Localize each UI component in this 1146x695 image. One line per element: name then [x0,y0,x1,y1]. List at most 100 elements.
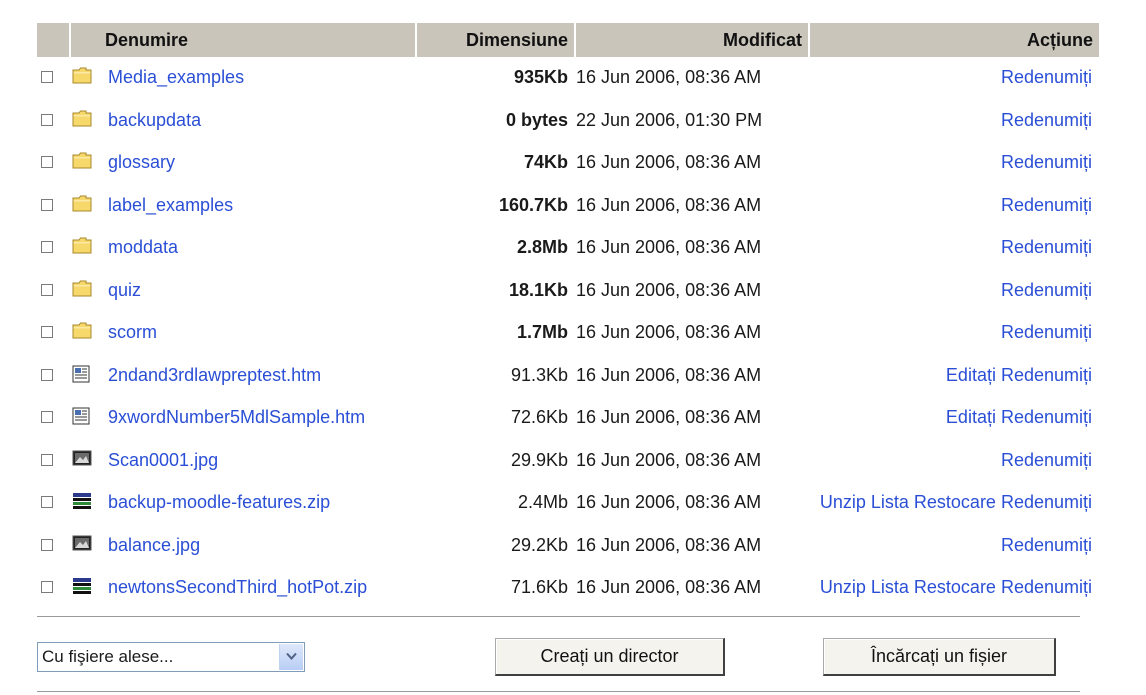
dropdown-arrow[interactable] [279,644,303,670]
action-link[interactable]: Redenumiți [1001,67,1092,87]
divider-bottom [37,691,1080,692]
file-modified: 16 Jun 2006, 08:36 AM [576,492,762,512]
file-manager: Denumire Dimensiune Modificat Acțiune Me… [0,0,1146,695]
file-name-link[interactable]: newtonsSecondThird_hotPot.zip [108,577,367,598]
table-row: newtonsSecondThird_hotPot.zip 71.6Kb 16 Ju… [37,567,1099,610]
table-row: backupdata 0 bytes 22 Jun 2006, 01:30 PM Re… [37,100,1099,143]
file-modified: 16 Jun 2006, 08:36 AM [576,237,762,257]
table-row: 9xwordNumber5MdlSample.htm 72.6Kb 16 Jun 2… [37,397,1099,440]
zip-file-icon [72,492,92,510]
file-name-link[interactable]: glossary [108,152,175,173]
row-actions: Editați Redenumiți [941,365,1092,386]
html-file-icon [72,365,92,383]
file-table-body: Media_examples 935Kb 16 Jun 2006, 08:36 AM… [37,57,1099,610]
file-modified: 16 Jun 2006, 08:36 AM [576,194,762,215]
table-row: backup-moodle-features.zip 2.4Mb 16 Jun 20… [37,482,1099,525]
with-selected-value: Cu fişiere alese... [42,647,174,666]
action-link[interactable]: Lista [871,492,909,512]
row-checkbox[interactable] [41,453,53,466]
table-row: Media_examples 935Kb 16 Jun 2006, 08:36 AM… [37,57,1099,100]
file-size: 2.4Mb [517,492,568,512]
divider-top [37,616,1080,617]
action-link[interactable]: Unzip [820,577,866,597]
file-modified: 16 Jun 2006, 08:36 AM [576,364,762,385]
action-link[interactable]: Redenumiți [1001,492,1092,512]
row-actions: Redenumiți [996,450,1092,471]
file-modified: 16 Jun 2006, 08:36 AM [576,152,762,172]
file-size: 18.1Kb [508,279,568,300]
row-checkbox[interactable] [41,283,53,296]
file-size: 29.9Kb [510,449,568,470]
action-link[interactable]: Redenumiți [1001,365,1092,385]
file-size: 29.2Kb [510,534,568,555]
row-checkbox[interactable] [41,581,53,593]
action-link[interactable]: Redenumiți [1001,152,1092,172]
row-checkbox[interactable] [41,156,53,168]
row-checkbox[interactable] [41,496,53,508]
file-modified: 16 Jun 2006, 08:36 AM [576,67,762,87]
folder-icon [72,322,92,340]
action-link[interactable]: Redenumiți [1001,535,1092,555]
file-size: 91.3Kb [510,364,568,385]
file-modified: 16 Jun 2006, 08:36 AM [576,322,762,342]
action-link[interactable]: Redenumiți [1001,195,1092,215]
file-modified: 16 Jun 2006, 08:36 AM [576,279,762,300]
file-size: 72.6Kb [510,407,568,427]
row-actions: Editați Redenumiți [941,407,1092,428]
action-link[interactable]: Redenumiți [1001,280,1092,300]
action-link[interactable]: Redenumiți [1001,407,1092,427]
action-link[interactable]: Redenumiți [1001,110,1092,130]
file-modified: 16 Jun 2006, 08:36 AM [576,534,762,555]
action-link[interactable]: Redenumiți [1001,237,1092,257]
file-name-link[interactable]: moddata [108,237,178,258]
action-link[interactable]: Redenumiți [1001,322,1092,342]
make-directory-button[interactable]: Creați un director [495,638,725,676]
file-name-link[interactable]: Scan0001.jpg [108,450,218,471]
action-link[interactable]: Lista [871,577,909,597]
row-checkbox[interactable] [41,71,53,83]
folder-icon [72,237,92,255]
folder-icon [72,110,92,128]
row-checkbox[interactable] [41,368,53,381]
upload-file-button[interactable]: Încărcați un fișier [823,638,1056,676]
action-link[interactable]: Editați [946,407,996,427]
zip-file-icon [72,577,92,595]
action-link[interactable]: Unzip [820,492,866,512]
file-name-link[interactable]: backup-moodle-features.zip [108,492,330,513]
row-checkbox[interactable] [41,241,53,253]
row-actions: Redenumiți [996,237,1092,258]
file-name-link[interactable]: 2ndand3rdlawpreptest.htm [108,365,321,386]
with-selected-dropdown[interactable]: Cu fişiere alese... [37,642,305,672]
row-actions: Unzip Lista Restocare Redenumiți [815,492,1092,513]
header-size[interactable]: Dimensiune [417,23,576,57]
file-name-link[interactable]: balance.jpg [108,535,200,556]
file-size: 0 bytes [505,109,568,130]
table-row: balance.jpg 29.2Kb 16 Jun 2006, 08:36 AM Re… [37,525,1099,568]
table-row: moddata 2.8Mb 16 Jun 2006, 08:36 AM Redenum… [37,227,1099,270]
file-name-link[interactable]: backupdata [108,110,201,131]
action-link[interactable]: Redenumiți [1001,450,1092,470]
file-modified: 16 Jun 2006, 08:36 AM [576,577,762,597]
file-name-link[interactable]: scorm [108,322,157,343]
row-checkbox[interactable] [41,198,53,211]
file-name-link[interactable]: 9xwordNumber5MdlSample.htm [108,407,365,428]
row-actions: Redenumiți [996,152,1092,173]
row-checkbox[interactable] [41,113,53,126]
row-actions: Redenumiți [996,535,1092,556]
row-checkbox[interactable] [41,411,53,423]
action-link[interactable]: Restocare [914,577,996,597]
action-link[interactable]: Restocare [914,492,996,512]
row-checkbox[interactable] [41,538,53,551]
file-size: 160.7Kb [498,194,568,215]
action-link[interactable]: Editați [946,365,996,385]
header-modified[interactable]: Modificat [576,23,810,57]
file-size: 1.7Mb [516,322,568,342]
file-name-link[interactable]: Media_examples [108,67,244,88]
file-name-link[interactable]: quiz [108,280,141,301]
table-row: quiz 18.1Kb 16 Jun 2006, 08:36 AM Redenumiț… [37,270,1099,313]
row-actions: Redenumiți [996,195,1092,216]
file-name-link[interactable]: label_examples [108,195,233,216]
header-name[interactable]: Denumire [71,23,417,57]
row-checkbox[interactable] [41,326,53,338]
action-link[interactable]: Redenumiți [1001,577,1092,597]
